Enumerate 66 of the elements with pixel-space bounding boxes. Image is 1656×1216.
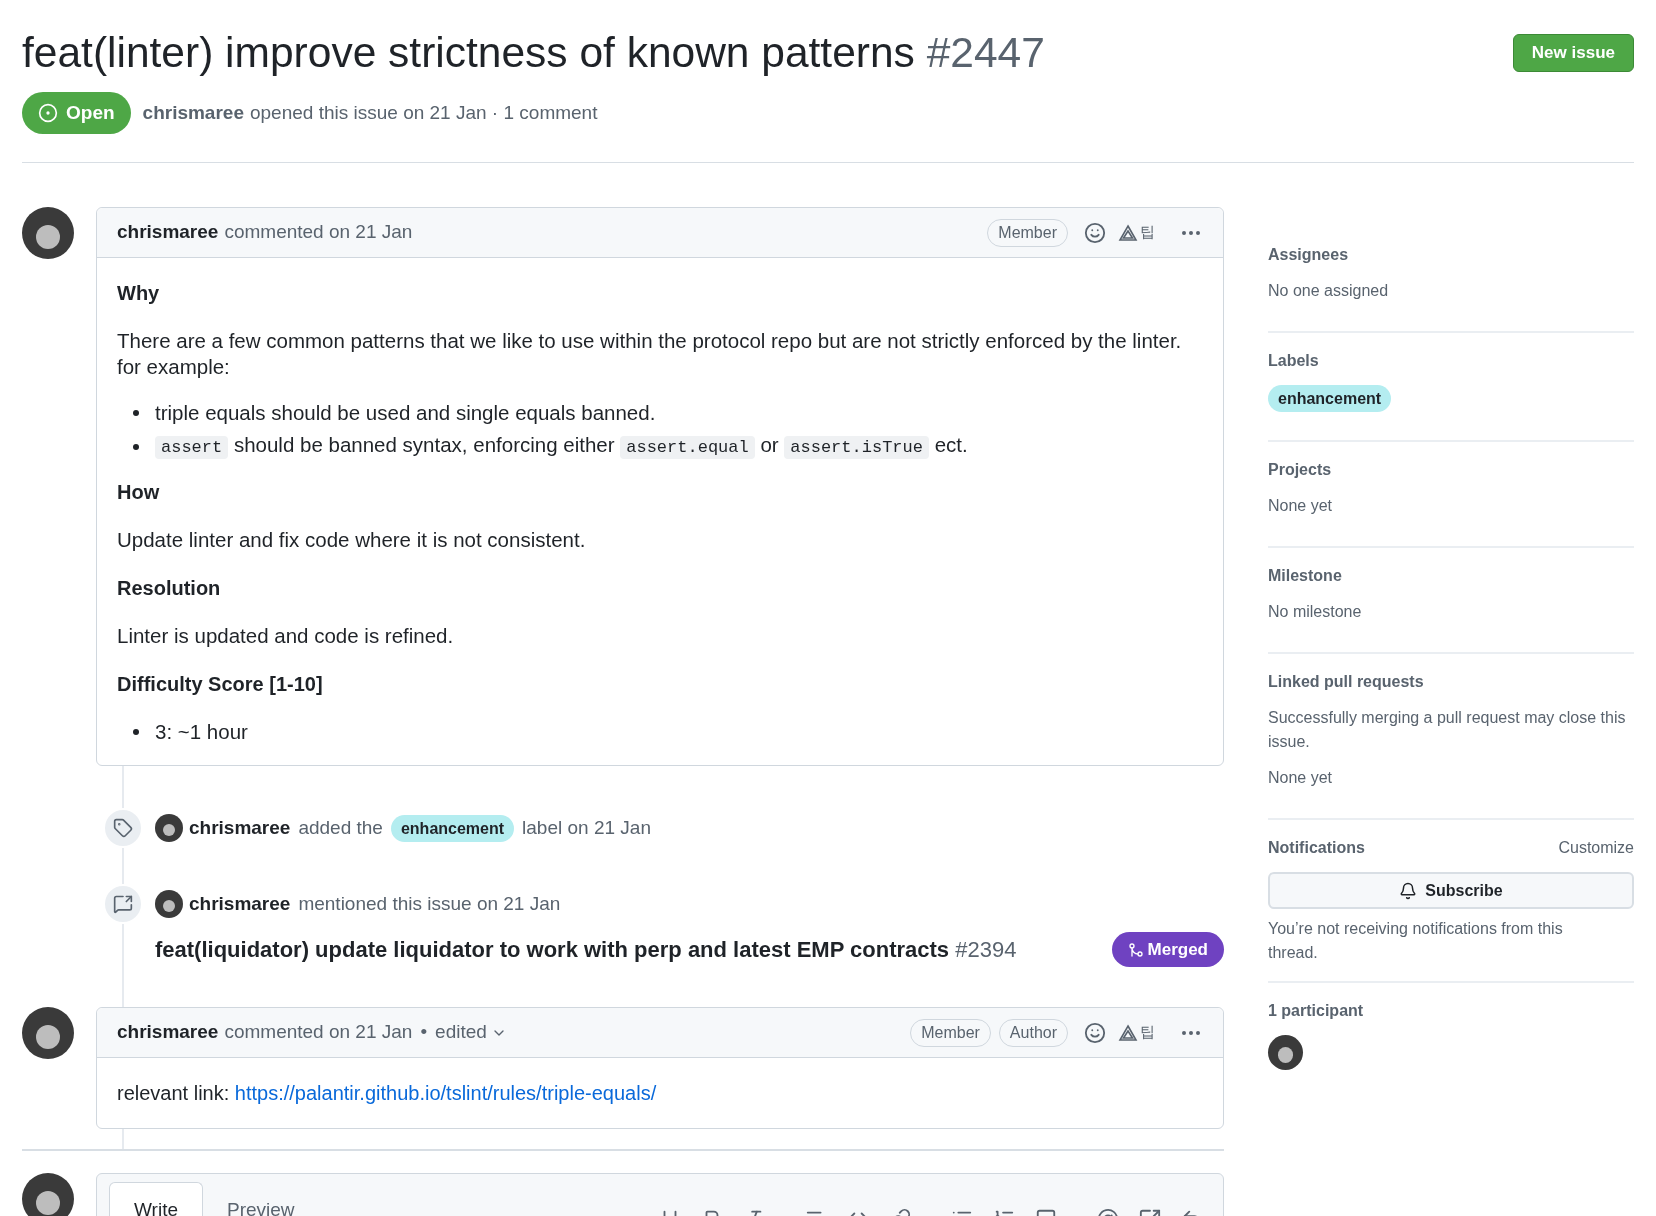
emoji-icon[interactable] [1084, 221, 1106, 244]
sidebar-heading: Notifications [1268, 838, 1365, 858]
avatar [22, 207, 74, 259]
bullet-icon [133, 410, 139, 416]
triangle-icon[interactable] [1118, 223, 1138, 242]
separator-dot: • [420, 1020, 428, 1045]
customize-link[interactable]: Customize [1558, 836, 1634, 860]
comment-author[interactable]: chrismaree [117, 1018, 219, 1047]
open-icon [38, 103, 58, 123]
comment-body: relevant link: https://palantir.github.io/tslint/rules/triple-equals/ [116, 1081, 658, 1106]
editor-tab[interactable]: Write [109, 1182, 203, 1216]
status-badge: Open [22, 92, 131, 134]
bullet-icon [133, 729, 139, 735]
event-text: mentioned this issue on 21 Jan [298, 891, 561, 916]
section-heading: Resolution [117, 576, 222, 601]
participant-avatar [1268, 1035, 1303, 1070]
event-text: added the [298, 815, 383, 840]
bullet-icon [133, 443, 139, 450]
sidebar-heading: Projects [1268, 460, 1332, 480]
subscribe-button[interactable]: Subscribe [1268, 872, 1634, 909]
sidebar-text: Successfully merging a pull request may close this issue. [1268, 708, 1627, 752]
extension-label[interactable]: 팁 [1140, 221, 1155, 244]
bell-icon [1399, 881, 1418, 900]
section-heading: Why [117, 281, 161, 306]
event-author[interactable]: chrismaree [189, 813, 291, 843]
list-item: triple equals should be used and single equals banned. [155, 400, 656, 426]
emoji-icon[interactable] [1084, 1021, 1106, 1044]
sidebar-heading: Linked pull requests [1268, 672, 1424, 692]
event-text: label on 21 Jan [522, 815, 651, 840]
paragraph: Linter is updated and code is refined. [117, 623, 455, 649]
issue-title: feat(linter) improve strictness of known patterns #2447 [22, 28, 1046, 78]
label-tag[interactable]: enhancement [1268, 385, 1392, 412]
avatar [155, 890, 183, 918]
paragraph: There are a few common patterns that we like to use within the protocol repo but are not strictly enforced by the linter. for example: [117, 328, 1183, 380]
list-item: 3: ~1 hour [155, 719, 248, 745]
sidebar-text: No one assigned [1268, 281, 1390, 301]
sidebar-text: None yet [1268, 768, 1334, 788]
pull-request-title[interactable]: feat(liquidator) update liquidator to work with perp and latest EMP contracts #2394 [155, 933, 1112, 966]
section-heading: Difficulty Score [1-10] [117, 672, 324, 697]
url-link[interactable]: https://palantir.github.io/tslint/rules/triple-equals/ [234, 1082, 657, 1104]
editor-tab[interactable]: Preview [203, 1182, 319, 1216]
avatar [155, 814, 183, 842]
event-author[interactable]: chrismaree [189, 889, 291, 919]
list-item: assert should be banned syntax, enforcing either assert.equal or assert.isTrue ect. [155, 432, 968, 461]
issue-meta: opened this issue on 21 Jan · 1 comment [249, 100, 598, 125]
edited-label[interactable]: edited [435, 1018, 507, 1047]
comment-meta: commented on 21 Jan [224, 220, 413, 245]
triangle-icon[interactable] [1118, 1023, 1138, 1042]
avatar [22, 1007, 74, 1059]
merge-icon [1127, 941, 1144, 958]
sidebar-text: No milestone [1268, 602, 1363, 622]
sidebar-heading: Labels [1268, 351, 1319, 371]
author-name[interactable]: chrismaree [142, 98, 244, 128]
sidebar-heading: Assignees [1268, 245, 1349, 265]
merged-badge: Merged [1111, 932, 1224, 967]
sidebar-heading: 1 participant [1268, 1001, 1364, 1021]
sidebar-text: None yet [1268, 496, 1334, 516]
section-heading: How [117, 480, 161, 505]
comment-meta: commented on 21 Jan [224, 1020, 413, 1045]
comment-author[interactable]: chrismaree [117, 218, 219, 247]
extension-label[interactable]: 팁 [1140, 1021, 1155, 1044]
sidebar-heading: Milestone [1268, 566, 1342, 586]
notification-note: You’re not receiving notifications from this thread. [1268, 919, 1564, 963]
label-tag[interactable]: enhancement [390, 814, 515, 842]
paragraph: Update linter and fix code where it is not consistent. [117, 527, 587, 553]
avatar [22, 1173, 74, 1216]
